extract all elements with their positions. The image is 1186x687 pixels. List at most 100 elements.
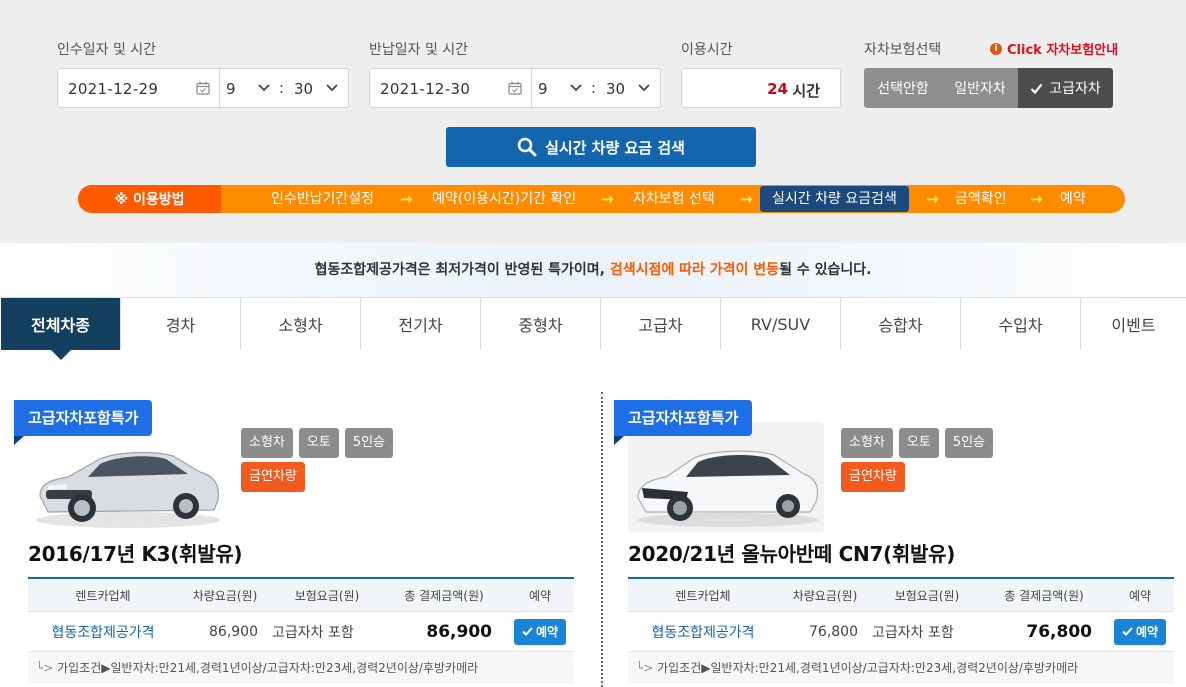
field-separator [531,69,532,107]
price-table: 렌트카업체 차량요금(원) 보험요금(원) 총 결제금액(원) 예약 협동조합제… [628,577,1174,684]
pickup-date-input[interactable]: 2021-12-29 [68,80,158,98]
car-photo[interactable] [628,422,824,532]
insurance-option-premium-label: 고급자차 [1049,81,1101,97]
vendor-name[interactable]: 협동조합제공가격 [628,622,778,642]
reserve-button[interactable]: 예약 [1114,618,1166,645]
car-model-name[interactable]: 2020/21년 올뉴아반떼 CN7(휘발유) [628,538,955,567]
tab-compact[interactable]: 경차 [121,298,241,350]
tab-van[interactable]: 승합차 [841,298,961,350]
insurance-option-none[interactable]: 선택안함 [864,68,942,108]
return-label: 반납일자 및 시간 [369,42,469,58]
step-price: 금액확인 [955,191,1007,207]
tab-rv-suv[interactable]: RV/SUV [721,298,841,350]
arrow-icon: → [1030,190,1043,208]
vendor-name[interactable]: 협동조합제공가격 [28,622,178,642]
table-row: 협동조합제공가격 86,900 고급자차 포함 86,900 예약 [28,612,574,652]
duration-field: 24 시간 [681,68,841,108]
car-model-name[interactable]: 2016/17년 K3(휘발유) [28,538,243,567]
car-card: 고급자차포함특가 소형차 오토 5인승 금연차량 2020/21년 올뉴아반떼 … [614,400,1174,687]
pickup-datetime-field[interactable]: 2021-12-29 9 : 30 [57,68,349,108]
step-insurance: 자차보험 선택 [633,191,715,207]
tab-imported[interactable]: 수입차 [961,298,1081,350]
insurance-option-normal[interactable]: 일반자차 [942,68,1018,108]
car-photo[interactable] [28,422,224,532]
check-icon [1030,83,1043,94]
tag-class: 소형차 [241,428,293,458]
price-notice: 협동조합제공가격은 최저가격이 반영된 특가이며, 검색시점에 따라 가격이 변… [0,243,1186,297]
arrow-icon: → [400,190,413,208]
duration-unit: 시간 [792,82,820,100]
arrow-icon: → [740,190,753,208]
reserve-button-label: 예약 [1135,625,1159,639]
time-colon: : [591,79,597,97]
reserve-cell: 예약 [506,618,574,645]
tag-seats: 5인승 [344,428,394,458]
insurance-guide-text[interactable]: Click 자차보험안내 [1007,39,1118,58]
header-insurance-fee: 보험요금(원) [294,588,360,603]
duration-label: 이용시간 [681,42,733,58]
reserve-button[interactable]: 예약 [514,618,566,645]
search-button[interactable]: 실시간 차량 요금 검색 [446,127,756,167]
car-category-tabs: 전체차종 경차 소형차 전기차 중형차 고급차 RV/SUV 승합차 수입차 이… [1,297,1186,360]
chevron-down-icon[interactable] [638,83,650,93]
usage-steps-title: ※ 이용방법 [78,185,221,213]
search-button-label: 실시간 차량 요금 검색 [545,138,685,157]
header-insurance-fee: 보험요금(원) [894,588,960,603]
chevron-down-icon[interactable] [258,83,270,93]
header-total: 총 결제금액(원) [1004,588,1084,603]
rental-condition: └> 가입조건▶일반자차:만21세,경력1년이상/고급자차:만23세,경력2년이… [628,652,1174,684]
tab-midsize[interactable]: 중형차 [481,298,601,350]
calendar-icon[interactable] [508,81,522,95]
car-tags: 소형차 오토 5인승 [241,428,394,458]
header-total: 총 결제금액(원) [404,588,484,603]
check-icon [522,627,533,636]
chevron-down-icon[interactable] [570,83,582,93]
arrow-icon: → [926,190,939,208]
reserve-cell: 예약 [1106,618,1174,645]
notice-prefix: 협동조합제공가격은 최저가격이 반영된 특가이며, [314,262,610,278]
tag-non-smoking: 금연차량 [841,462,905,492]
tag-seats: 5인승 [944,428,994,458]
tab-all[interactable]: 전체차종 [1,298,121,360]
pickup-hour-select[interactable]: 9 [226,80,236,98]
tab-event[interactable]: 이벤트 [1081,298,1186,350]
step-reserve: 예약 [1060,191,1086,207]
tab-small[interactable]: 소형차 [241,298,361,350]
insurance-fee: 고급자차 포함 [872,624,954,641]
condition-text: 가입조건▶일반자차:만21세,경력1년이상/고급자차:만23세,경력2년이상/후… [657,661,1079,675]
sub-arrow-icon: └> [636,661,658,675]
return-datetime-field[interactable]: 2021-12-30 9 : 30 [369,68,661,108]
car-tags: 소형차 오토 5인승 [841,428,994,458]
return-minute-select[interactable]: 30 [606,80,625,98]
pickup-minute-select[interactable]: 30 [294,80,313,98]
step-period: 인수반납기간설정 [271,191,375,207]
insurance-label: 자차보험선택 [864,42,942,58]
reserve-button-label: 예약 [535,625,559,639]
sub-arrow-icon: └> [36,661,58,675]
insurance-option-premium[interactable]: 고급자차 [1018,68,1113,108]
car-fee: 76,800 [809,623,858,640]
info-icon: i [990,42,1002,55]
chevron-down-icon[interactable] [326,83,338,93]
notice-highlight: 검색시점에 따라 가격이 변동 [609,262,780,278]
insurance-guide-link[interactable]: i Click 자차보험안내 [990,39,1118,58]
header-reserve: 예약 [1128,588,1152,603]
return-hour-select[interactable]: 9 [538,80,548,98]
check-icon [1122,627,1133,636]
insurance-option-group: 선택안함 일반자차 고급자차 [864,68,1113,108]
tag-class: 소형차 [841,428,893,458]
tab-electric[interactable]: 전기차 [361,298,481,350]
price-table: 렌트카업체 차량요금(원) 보험요금(원) 총 결제금액(원) 예약 협동조합제… [28,577,574,684]
tab-luxury[interactable]: 고급차 [601,298,721,350]
card-divider [601,392,603,687]
calendar-icon[interactable] [196,81,210,95]
header-vendor: 렌트카업체 [675,588,731,603]
duration-value: 24 [767,80,788,98]
car-card: 고급자차포함특가 소형차 오토 5인승 금연차량 2016/17년 K3(휘발유… [14,400,574,687]
time-colon: : [279,79,285,97]
tag-transmission: 오토 [898,428,939,458]
price-table-header: 렌트카업체 차량요금(원) 보험요금(원) 총 결제금액(원) 예약 [28,579,574,612]
special-price-badge: 고급자차포함특가 [14,400,153,445]
step-search-active: 실시간 차량 요금검색 [760,186,909,212]
return-date-input[interactable]: 2021-12-30 [380,80,470,98]
